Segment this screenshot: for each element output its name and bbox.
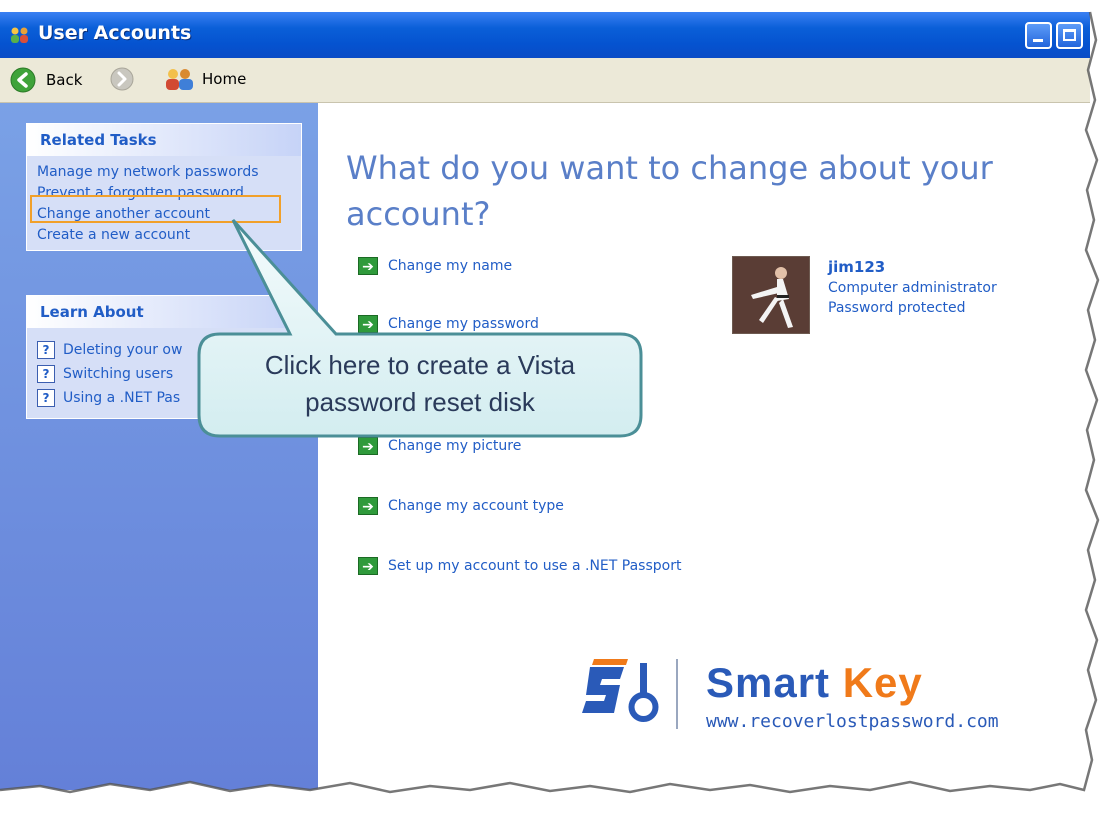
minimize-button[interactable] (1025, 22, 1052, 49)
maximize-button[interactable] (1056, 22, 1083, 49)
avatar (732, 256, 810, 334)
learn-item-label: Switching users (63, 366, 174, 382)
green-arrow-icon: ➔ (358, 257, 378, 275)
forward-button[interactable] (110, 67, 134, 91)
change-name-task[interactable]: ➔ Change my name (358, 257, 512, 275)
callout-text: Click here to create a Vista password re… (198, 347, 642, 421)
change-picture-task[interactable]: ➔ Change my picture (358, 437, 521, 455)
user-accounts-window: User Accounts Back Home Related Tasks Ma… (0, 0, 1090, 790)
task-label: Change my account type (388, 498, 564, 514)
forward-arrow-icon (110, 67, 134, 91)
learn-item-label: Using a .NET Pas (63, 390, 181, 406)
create-new-account-link[interactable]: Create a new account (37, 225, 301, 246)
brand-key: Key (842, 659, 923, 706)
related-tasks-header[interactable]: Related Tasks (27, 124, 301, 156)
maximize-icon (1063, 29, 1076, 41)
task-label: Change my password (388, 316, 539, 332)
help-question-icon: ? (37, 341, 55, 359)
change-password-task[interactable]: ➔ Change my password (358, 315, 539, 333)
home-label: Home (202, 70, 247, 88)
page-heading: What do you want to change about your ac… (346, 149, 993, 233)
brand-url: www.recoverlostpassword.com (706, 711, 999, 732)
manage-network-passwords-link[interactable]: Manage my network passwords (37, 162, 301, 183)
user-role: Computer administrator (828, 280, 997, 296)
task-label: Change my name (388, 258, 513, 274)
learn-about-header[interactable]: Learn About (27, 296, 301, 328)
task-label: Set up my account to use a .NET Passport (388, 558, 682, 574)
karate-picture-icon (733, 257, 809, 333)
smart-key-brand: Smart Key (706, 659, 923, 707)
back-button[interactable]: Back (10, 67, 82, 93)
window-title: User Accounts (38, 22, 192, 44)
user-name: jim123 (828, 258, 886, 276)
smart-key-logo-icon (582, 659, 678, 729)
learn-item-label: Deleting your ow (63, 342, 183, 358)
help-question-icon: ? (37, 389, 55, 407)
navigation-toolbar: Back Home (0, 58, 1090, 103)
back-arrow-icon (10, 67, 36, 93)
callout-line-2: password reset disk (305, 387, 535, 417)
green-arrow-icon: ➔ (358, 315, 378, 333)
back-label: Back (46, 71, 83, 89)
title-bar: User Accounts (0, 12, 1090, 58)
change-account-type-task[interactable]: ➔ Change my account type (358, 497, 564, 515)
callout: Click here to create a Vista password re… (198, 333, 642, 437)
home-button[interactable]: Home (164, 67, 246, 91)
user-accounts-app-icon (11, 27, 28, 43)
help-question-icon: ? (37, 365, 55, 383)
green-arrow-icon: ➔ (358, 437, 378, 455)
highlight-box (30, 195, 281, 223)
users-home-icon (166, 69, 193, 90)
related-tasks-panel: Related Tasks Manage my network password… (26, 123, 302, 251)
task-label: Change my picture (388, 438, 522, 454)
minimize-icon (1033, 39, 1043, 42)
brand-smart: Smart (706, 659, 843, 706)
green-arrow-icon: ➔ (358, 497, 378, 515)
callout-line-1: Click here to create a Vista (264, 350, 576, 380)
main-content: What do you want to change about your ac… (318, 103, 1090, 790)
green-arrow-icon: ➔ (358, 557, 378, 575)
user-status: Password protected (828, 300, 966, 316)
net-passport-task[interactable]: ➔ Set up my account to use a .NET Passpo… (358, 557, 681, 575)
